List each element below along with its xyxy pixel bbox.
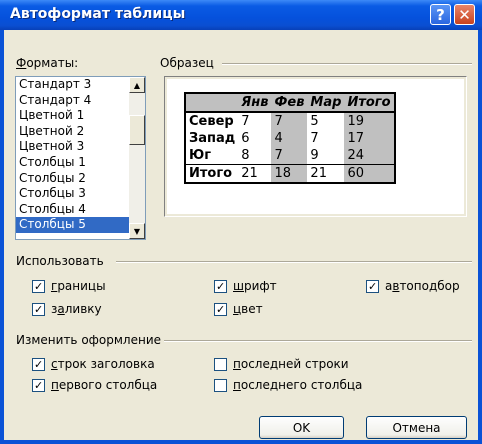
cancel-button[interactable]: Отмена <box>366 416 467 439</box>
formats-list: Стандарт 3 Стандарт 4 Цветной 1 Цветной 2 Цв… <box>16 77 130 233</box>
sample-row-header: Запад <box>185 130 239 147</box>
sample-header-cell: Фев <box>271 93 308 113</box>
checkbox-check-icon[interactable] <box>214 279 227 293</box>
color-checkbox[interactable]: цвет <box>214 302 263 316</box>
sample-header-row: Янв Фев Мар Итого <box>185 93 395 113</box>
sample-cell: 6 <box>238 130 272 147</box>
first-column-checkbox[interactable]: первого столбца <box>32 378 157 392</box>
sample-row-header: Юг <box>185 147 239 165</box>
sample-row-header: Итого <box>185 164 239 183</box>
sample-header-cell: Мар <box>307 93 345 113</box>
sample-cell: 4 <box>271 130 308 147</box>
format-list-item[interactable]: Столбцы 3 <box>16 186 130 202</box>
checkbox-check-icon[interactable] <box>32 378 45 392</box>
sample-cell: 17 <box>344 130 395 147</box>
sample-row: Север 7 7 5 19 <box>185 112 395 130</box>
sample-cell: 8 <box>238 147 272 165</box>
sample-cell: 7 <box>307 130 345 147</box>
borders-checkbox[interactable]: границы <box>32 279 106 293</box>
format-list-item[interactable]: Цветной 2 <box>16 124 130 140</box>
last-row-checkbox[interactable]: последней строки <box>214 357 349 371</box>
sample-row: Итого 21 18 21 60 <box>185 164 395 183</box>
sample-header-cell <box>185 93 239 113</box>
sample-cell: 7 <box>238 112 272 130</box>
format-list-item[interactable]: Столбцы 1 <box>16 155 130 171</box>
scroll-thumb[interactable] <box>129 115 145 145</box>
fill-checkbox[interactable]: заливку <box>32 302 102 316</box>
autofit-checkbox[interactable]: автоподбор <box>366 279 460 293</box>
sample-cell: 5 <box>307 112 345 130</box>
sample-cell: 7 <box>271 112 308 130</box>
formats-listbox[interactable]: Стандарт 3 Стандарт 4 Цветной 1 Цветной 2 Цв… <box>15 76 146 240</box>
sample-row-header: Север <box>185 112 239 130</box>
window-title: Автоформат таблицы <box>10 6 186 22</box>
font-checkbox[interactable]: шрифт <box>214 279 277 293</box>
use-group-line <box>116 261 472 263</box>
format-list-item[interactable]: Столбцы 4 <box>16 202 130 218</box>
header-rows-checkbox[interactable]: строк заголовка <box>32 357 155 371</box>
sample-header-cell: Итого <box>344 93 395 113</box>
scroll-up-button[interactable]: ▲ <box>129 77 145 93</box>
format-list-item[interactable]: Столбцы 5 <box>16 217 130 233</box>
close-button[interactable]: ✕ <box>454 4 475 25</box>
format-list-item[interactable]: Цветной 1 <box>16 108 130 124</box>
close-icon: ✕ <box>458 5 471 24</box>
sample-table: Янв Фев Мар Итого Север 7 7 5 19 Запад 6 4 7 17 Юг 8 7 9 2… <box>184 92 396 184</box>
format-list-item[interactable]: Цветной 3 <box>16 139 130 155</box>
checkbox-check-icon[interactable] <box>214 302 227 316</box>
modify-group-line <box>164 340 472 342</box>
format-list-item[interactable]: Стандарт 4 <box>16 93 130 109</box>
arrow-up-icon: ▲ <box>133 80 141 90</box>
checkbox-check-icon[interactable] <box>366 279 379 293</box>
scroll-down-button[interactable]: ▼ <box>129 223 145 239</box>
modify-group-label: Изменить оформление <box>16 333 162 347</box>
ok-button[interactable]: OK <box>259 416 344 439</box>
sample-label: Образец <box>160 56 214 70</box>
checkbox-check-icon[interactable] <box>32 357 45 371</box>
checkbox-empty-icon[interactable] <box>214 378 227 392</box>
sample-cell: 9 <box>307 147 345 165</box>
title-bar[interactable]: Автоформат таблицы ? ✕ <box>0 0 482 30</box>
use-group-label: Использовать <box>16 254 104 268</box>
sample-group-line <box>222 63 472 65</box>
sample-cell: 7 <box>271 147 308 165</box>
sample-header-cell: Янв <box>238 93 272 113</box>
formats-scrollbar[interactable]: ▲ ▼ <box>129 77 145 239</box>
format-list-item[interactable]: Стандарт 3 <box>16 77 130 93</box>
sample-cell: 21 <box>238 164 272 183</box>
arrow-down-icon: ▼ <box>133 226 141 236</box>
checkbox-check-icon[interactable] <box>32 302 45 316</box>
help-icon: ? <box>436 5 445 24</box>
format-list-item[interactable]: Столбцы 2 <box>16 171 130 187</box>
sample-cell: 19 <box>344 112 395 130</box>
autoformat-dialog: Автоформат таблицы ? ✕ Форматы: Стандарт… <box>0 0 482 444</box>
checkbox-empty-icon[interactable] <box>214 357 227 371</box>
last-column-checkbox[interactable]: последнего столбца <box>214 378 362 392</box>
formats-label: Форматы: <box>16 56 79 70</box>
sample-row: Запад 6 4 7 17 <box>185 130 395 147</box>
sample-cell: 24 <box>344 147 395 165</box>
sample-cell: 60 <box>344 164 395 183</box>
sample-preview: Янв Фев Мар Итого Север 7 7 5 19 Запад 6 4 7 17 Юг 8 7 9 2… <box>164 76 467 217</box>
sample-cell: 21 <box>307 164 345 183</box>
checkbox-check-icon[interactable] <box>32 279 45 293</box>
help-button[interactable]: ? <box>430 4 451 25</box>
sample-cell: 18 <box>271 164 308 183</box>
sample-row: Юг 8 7 9 24 <box>185 147 395 165</box>
